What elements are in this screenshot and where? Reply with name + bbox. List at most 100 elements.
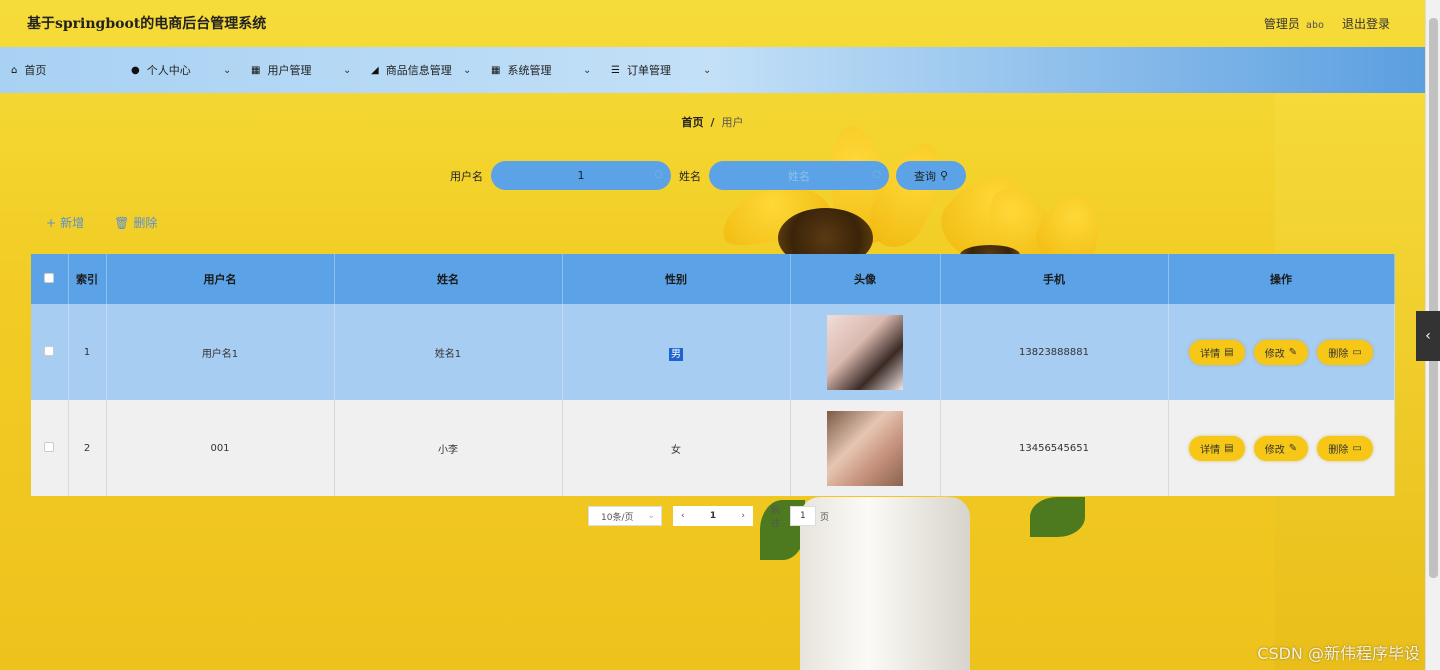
row-checkbox[interactable] xyxy=(44,345,55,356)
goto-page: 前往 1 页 xyxy=(771,506,829,529)
query-button[interactable]: 查询 ⚲ xyxy=(896,161,966,190)
select-all-checkbox[interactable] xyxy=(44,272,55,283)
column-header: 姓名 xyxy=(334,254,563,304)
plus-icon: + xyxy=(46,215,57,230)
search-icon: ○ xyxy=(654,169,663,180)
avatar[interactable] xyxy=(827,314,903,390)
edit-icon: ✎ xyxy=(1288,346,1298,358)
edit-button-label: 修改 xyxy=(1264,348,1285,360)
list-icon: ☰ xyxy=(611,64,620,76)
column-header: 性别 xyxy=(562,254,791,304)
username-cell: 用户名1 xyxy=(106,304,335,400)
nav-item-label: 系统管理 xyxy=(507,64,552,77)
nav-item-users[interactable]: ▦ 用户管理 ⌄ xyxy=(251,47,356,93)
gender-cell: 女 xyxy=(562,400,791,496)
username-input-value: 1 xyxy=(577,169,585,182)
user-table: 索引 用户名 姓名 性别 头像 手机 操作 1 用户名1 姓名1 男 13823… xyxy=(31,254,1395,496)
chevron-down-icon: ⌄ xyxy=(223,64,232,76)
search-icon: ⚲ xyxy=(939,169,949,182)
prev-page-icon[interactable]: ‹ xyxy=(681,511,685,521)
chevron-down-icon: ⌄ xyxy=(583,64,592,76)
collapse-panel-button[interactable]: ‹ xyxy=(1416,311,1440,361)
detail-button-label: 详情 xyxy=(1200,444,1221,456)
name-cell: 小李 xyxy=(334,400,563,496)
chart-icon: ◢ xyxy=(371,64,379,76)
chevron-left-icon: ‹ xyxy=(1425,328,1431,344)
avatar-cell xyxy=(790,400,941,496)
add-button-label: 新增 xyxy=(60,216,85,230)
user-name: abo xyxy=(1305,19,1324,31)
edit-button[interactable]: 修改 ✎ xyxy=(1253,339,1309,365)
query-button-label: 查询 xyxy=(913,169,936,183)
user-role: 管理员 xyxy=(1263,16,1300,31)
search-bar: 用户名 1 ○ 姓名 姓名 ○ 查询 ⚲ xyxy=(0,161,1425,190)
detail-button-label: 详情 xyxy=(1200,348,1221,360)
goto-page-input[interactable]: 1 xyxy=(789,506,817,526)
scrollbar-thumb[interactable] xyxy=(1429,18,1438,578)
detail-button[interactable]: 详情 ▤ xyxy=(1189,339,1245,365)
nav-item-orders[interactable]: ☰ 订单管理 ⌄ xyxy=(611,47,716,93)
leaf xyxy=(1030,497,1085,537)
trash-icon: ▭ xyxy=(1352,442,1362,454)
batch-delete-button[interactable]: 🗑 删除 xyxy=(114,214,157,231)
nav-item-products[interactable]: ◢ 商品信息管理 ⌄ xyxy=(371,47,476,93)
chevron-down-icon: ⌄ xyxy=(463,64,472,76)
gender-cell: 男 xyxy=(562,304,791,400)
username-label: 用户名 xyxy=(450,170,483,183)
nav-item-system[interactable]: ▦ 系统管理 ⌄ xyxy=(491,47,596,93)
operations-cell: 详情 ▤ 修改 ✎ 删除 ▭ xyxy=(1168,400,1395,496)
name-input-placeholder: 姓名 xyxy=(788,169,810,183)
table-row[interactable]: 1 用户名1 姓名1 男 13823888881 详情 ▤ 修改 ✎ 删除 ▭ xyxy=(31,304,1395,400)
batch-delete-label: 删除 xyxy=(133,216,158,230)
column-header: 操作 xyxy=(1168,254,1395,304)
table-actions: + 新增 🗑 删除 xyxy=(46,214,157,231)
goto-label: 前往 xyxy=(771,506,781,529)
nav-item-label: 用户管理 xyxy=(267,64,312,77)
gender-value: 男 xyxy=(669,347,683,361)
index-cell: 1 xyxy=(68,304,107,400)
index-cell: 2 xyxy=(68,400,107,496)
avatar[interactable] xyxy=(827,410,903,486)
delete-button[interactable]: 删除 ▭ xyxy=(1317,339,1373,365)
add-button[interactable]: + 新增 xyxy=(46,214,84,231)
table-row[interactable]: 2 001 小李 女 13456545651 详情 ▤ 修改 ✎ 删除 ▭ xyxy=(31,400,1395,496)
row-checkbox[interactable] xyxy=(44,441,55,452)
row-select-cell xyxy=(31,304,69,400)
nav-item-profile[interactable]: ● 个人中心 ⌄ xyxy=(131,47,236,93)
document-icon: ▤ xyxy=(1224,442,1234,454)
edit-button-label: 修改 xyxy=(1264,444,1285,456)
breadcrumb-home[interactable]: 首页 xyxy=(681,116,703,129)
detail-button[interactable]: 详情 ▤ xyxy=(1189,435,1245,461)
next-page-icon[interactable]: › xyxy=(741,511,745,521)
trash-icon: 🗑 xyxy=(114,215,130,230)
page-list: ‹ 1 › xyxy=(673,506,753,526)
nav-item-home[interactable]: ⌂ 首页 xyxy=(11,47,46,93)
grid-icon: ▦ xyxy=(491,64,501,76)
column-header: 用户名 xyxy=(106,254,335,304)
page-size-select[interactable]: 10条/页 ⌄ xyxy=(588,506,662,526)
delete-button-label: 删除 xyxy=(1328,444,1349,456)
nav-item-label: 首页 xyxy=(24,64,47,77)
document-icon: ▤ xyxy=(1224,346,1234,358)
delete-button[interactable]: 删除 ▭ xyxy=(1317,435,1373,461)
app-header: 基于springboot的电商后台管理系统 管理员 abo 退出登录 xyxy=(0,0,1425,46)
row-select-cell xyxy=(31,400,69,496)
name-search-input[interactable]: 姓名 ○ xyxy=(709,161,889,190)
username-cell: 001 xyxy=(106,400,335,496)
column-header: 头像 xyxy=(790,254,941,304)
search-icon: ○ xyxy=(872,169,881,180)
nav-item-label: 个人中心 xyxy=(146,64,191,77)
breadcrumb: 首页 / 用户 xyxy=(0,114,1425,130)
select-all-cell xyxy=(31,254,69,304)
grid-icon: ▦ xyxy=(251,64,261,76)
name-cell: 姓名1 xyxy=(334,304,563,400)
page-number[interactable]: 1 xyxy=(710,511,716,521)
chevron-down-icon: ⌄ xyxy=(343,64,352,76)
logout-link[interactable]: 退出登录 xyxy=(1342,15,1390,32)
phone-cell: 13823888881 xyxy=(940,304,1169,400)
watermark: CSDN @新伟程序毕设 xyxy=(1257,644,1420,663)
username-search-input[interactable]: 1 ○ xyxy=(491,161,671,190)
edit-button[interactable]: 修改 ✎ xyxy=(1253,435,1309,461)
header-right: 管理员 abo 退出登录 xyxy=(1264,15,1390,32)
home-icon: ⌂ xyxy=(11,64,18,76)
